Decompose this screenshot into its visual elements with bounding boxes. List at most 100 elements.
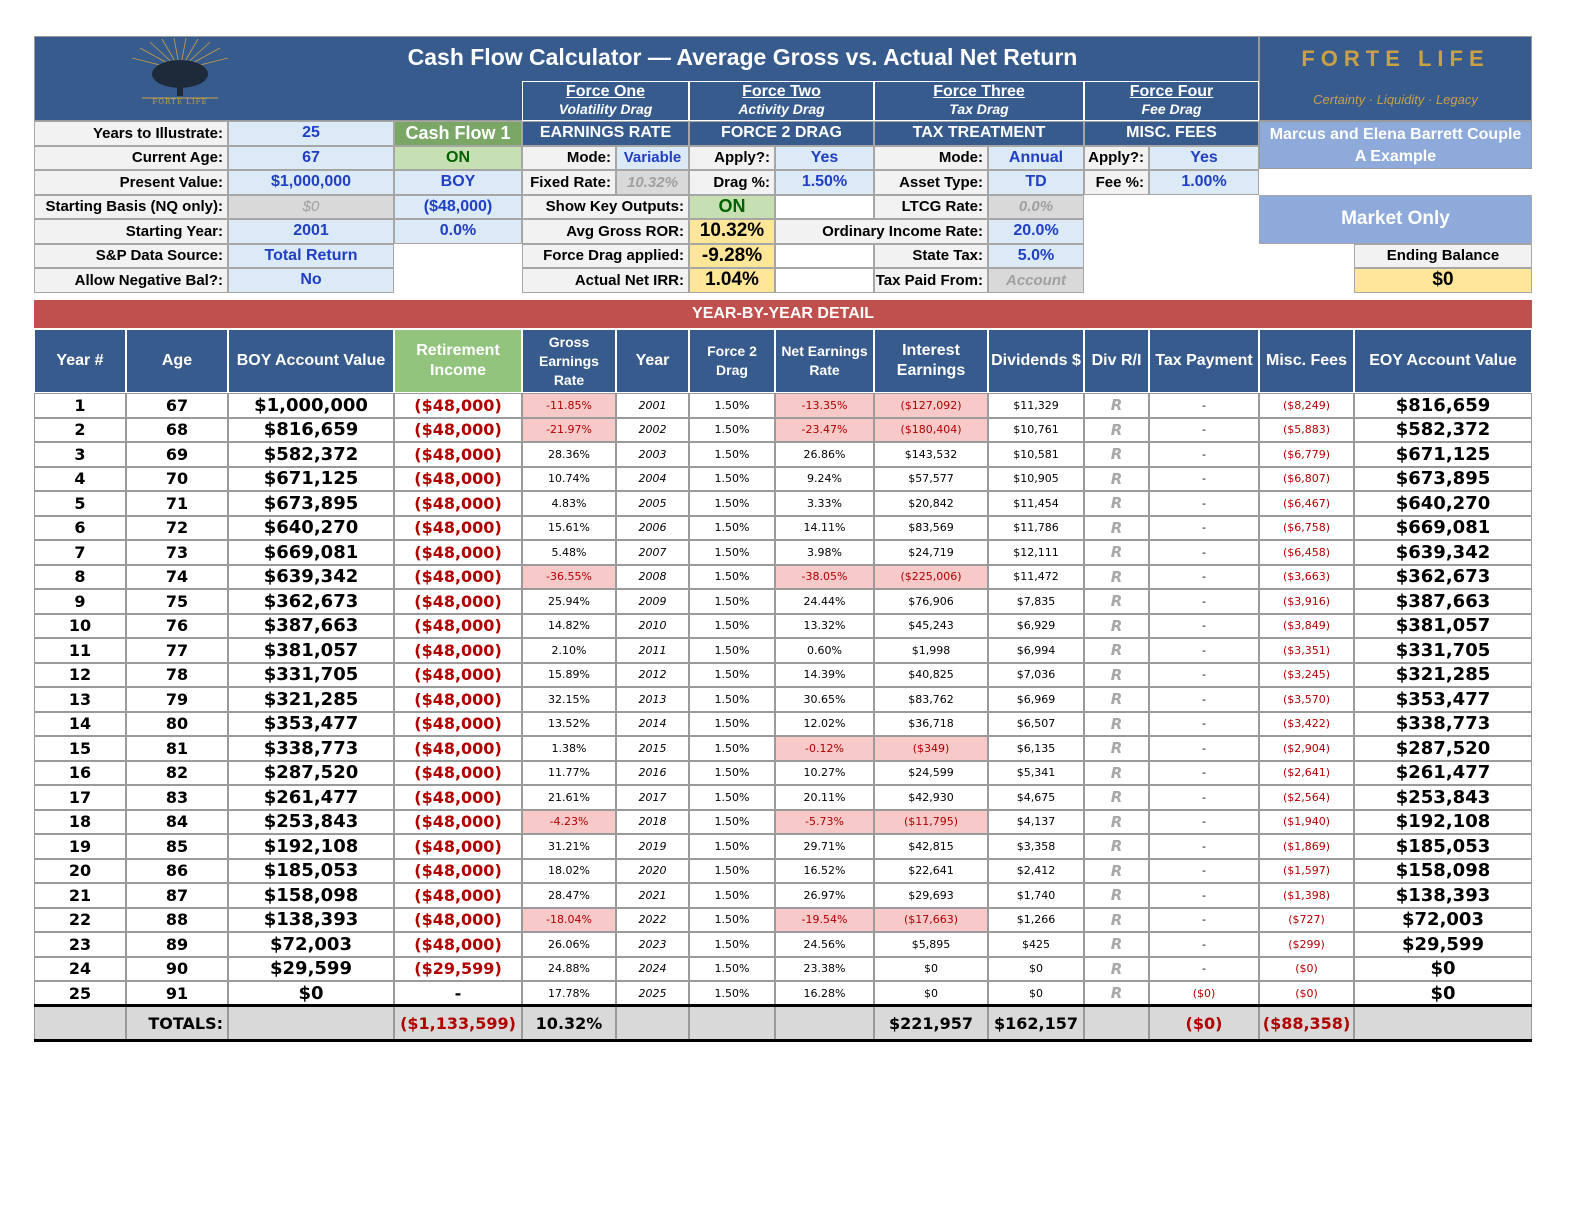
cell-misc-fees: ($2,564) bbox=[1259, 785, 1354, 810]
col-header-net-rate: Net Earnings Rate bbox=[775, 329, 874, 393]
cell-eoy-value: $338,773 bbox=[1354, 711, 1532, 736]
sp-source-select[interactable]: Total Return bbox=[228, 243, 394, 268]
cell-boy-value: $158,098 bbox=[228, 883, 394, 908]
cell-interest: $0 bbox=[874, 981, 988, 1006]
cell-age: 68 bbox=[126, 417, 228, 442]
col-header-age: Age bbox=[126, 329, 228, 393]
cell-force2-drag: 1.50% bbox=[689, 393, 775, 418]
cell-div-ri: R bbox=[1084, 858, 1149, 883]
cell-misc-fees: ($1,597) bbox=[1259, 858, 1354, 883]
cell-div-ri: R bbox=[1084, 442, 1149, 467]
cell-year-num: 5 bbox=[34, 491, 126, 516]
cell-eoy-value: $381,057 bbox=[1354, 613, 1532, 638]
cell-retirement-income: ($48,000) bbox=[394, 393, 522, 418]
cell-year-num: 13 bbox=[34, 687, 126, 712]
cell-retirement-income: ($48,000) bbox=[394, 540, 522, 565]
cell-dividends: $5,341 bbox=[988, 760, 1084, 785]
cash-flow-amount[interactable]: ($48,000) bbox=[394, 194, 522, 219]
cell-boy-value: $138,393 bbox=[228, 907, 394, 932]
force2-apply-label: Apply?: bbox=[689, 145, 775, 170]
cell-age: 86 bbox=[126, 858, 228, 883]
cell-div-ri: R bbox=[1084, 515, 1149, 540]
cell-tax-payment: - bbox=[1149, 956, 1259, 981]
cell-force2-drag: 1.50% bbox=[689, 858, 775, 883]
tax-paid-select[interactable]: Account bbox=[988, 268, 1084, 293]
state-tax-input[interactable]: 5.0% bbox=[988, 243, 1084, 268]
cell-div-ri: R bbox=[1084, 956, 1149, 981]
cell-gross-rate: 15.89% bbox=[522, 662, 616, 687]
col-header-year: Year bbox=[616, 329, 689, 393]
cash-flow-timing[interactable]: BOY bbox=[394, 170, 522, 195]
oir-input[interactable]: 20.0% bbox=[988, 219, 1084, 244]
cell-tax-payment: - bbox=[1149, 540, 1259, 565]
fees-apply-select[interactable]: Yes bbox=[1149, 145, 1259, 170]
fixed-rate-input[interactable]: 10.32% bbox=[616, 170, 689, 195]
force2-apply-select[interactable]: Yes bbox=[775, 145, 874, 170]
totals-dividends: $162,157 bbox=[988, 1006, 1084, 1040]
fee-pct-input[interactable]: 1.00% bbox=[1149, 170, 1259, 195]
earnings-mode-select[interactable]: Variable bbox=[616, 145, 689, 170]
cell-net-rate: 29.71% bbox=[775, 834, 874, 859]
tax-mode-label: Mode: bbox=[874, 145, 988, 170]
cell-year: 2003 bbox=[616, 442, 689, 467]
cell-age: 74 bbox=[126, 564, 228, 589]
cell-age: 81 bbox=[126, 736, 228, 761]
cell-eoy-value: $253,843 bbox=[1354, 785, 1532, 810]
market-only-button[interactable]: Market Only bbox=[1259, 194, 1532, 244]
cell-age: 71 bbox=[126, 491, 228, 516]
cell-net-rate: -38.05% bbox=[775, 564, 874, 589]
cell-boy-value: $261,477 bbox=[228, 785, 394, 810]
cell-boy-value: $816,659 bbox=[228, 417, 394, 442]
cell-year-num: 2 bbox=[34, 417, 126, 442]
cell-age: 80 bbox=[126, 711, 228, 736]
show-outputs-toggle[interactable]: ON bbox=[689, 194, 775, 219]
cell-dividends: $0 bbox=[988, 981, 1084, 1006]
cell-force2-drag: 1.50% bbox=[689, 907, 775, 932]
cell-year: 2006 bbox=[616, 515, 689, 540]
cell-boy-value: $185,053 bbox=[228, 858, 394, 883]
cash-flow-rate[interactable]: 0.0% bbox=[394, 219, 522, 244]
tax-mode-select[interactable]: Annual bbox=[988, 145, 1084, 170]
force2-drag-header: FORCE 2 DRAG bbox=[689, 121, 874, 146]
col-header-gross-rate: Gross Earnings Rate bbox=[522, 329, 616, 393]
cell-div-ri: R bbox=[1084, 662, 1149, 687]
cell-misc-fees: ($3,916) bbox=[1259, 589, 1354, 614]
drag-pct-input[interactable]: 1.50% bbox=[775, 170, 874, 195]
cell-dividends: $7,835 bbox=[988, 589, 1084, 614]
cell-net-rate: -5.73% bbox=[775, 809, 874, 834]
cell-net-rate: 3.33% bbox=[775, 491, 874, 516]
present-value-input[interactable]: $1,000,000 bbox=[228, 170, 394, 195]
cell-force2-drag: 1.50% bbox=[689, 589, 775, 614]
cell-force2-drag: 1.50% bbox=[689, 711, 775, 736]
cash-flow-status[interactable]: ON bbox=[394, 145, 522, 170]
cell-retirement-income: ($48,000) bbox=[394, 736, 522, 761]
cell-interest: $29,693 bbox=[874, 883, 988, 908]
ending-balance-label: Ending Balance bbox=[1354, 243, 1532, 268]
cell-div-ri: R bbox=[1084, 638, 1149, 663]
cell-boy-value: $321,285 bbox=[228, 687, 394, 712]
logo-text: FORTE LIFE bbox=[152, 98, 208, 106]
cell-force2-drag: 1.50% bbox=[689, 834, 775, 859]
years-input[interactable]: 25 bbox=[228, 121, 394, 146]
cell-div-ri: R bbox=[1084, 564, 1149, 589]
cell-year-num: 11 bbox=[34, 638, 126, 663]
cell-year-num: 21 bbox=[34, 883, 126, 908]
cell-div-ri: R bbox=[1084, 932, 1149, 957]
cell-year: 2005 bbox=[616, 491, 689, 516]
basis-input[interactable]: $0 bbox=[228, 194, 394, 219]
asset-type-select[interactable]: TD bbox=[988, 170, 1084, 195]
cell-interest: $83,569 bbox=[874, 515, 988, 540]
cell-gross-rate: 28.36% bbox=[522, 442, 616, 467]
net-irr-value: 1.04% bbox=[689, 268, 775, 293]
cell-retirement-income: ($48,000) bbox=[394, 491, 522, 516]
start-year-input[interactable]: 2001 bbox=[228, 219, 394, 244]
cell-force2-drag: 1.50% bbox=[689, 883, 775, 908]
ltcg-input[interactable]: 0.0% bbox=[988, 194, 1084, 219]
cell-div-ri: R bbox=[1084, 393, 1149, 418]
negative-bal-select[interactable]: No bbox=[228, 268, 394, 293]
age-input[interactable]: 67 bbox=[228, 145, 394, 170]
col-header-retirement-income: Retirement Income bbox=[394, 329, 522, 393]
cell-year: 2010 bbox=[616, 613, 689, 638]
cell-force2-drag: 1.50% bbox=[689, 442, 775, 467]
cell-interest: $22,641 bbox=[874, 858, 988, 883]
